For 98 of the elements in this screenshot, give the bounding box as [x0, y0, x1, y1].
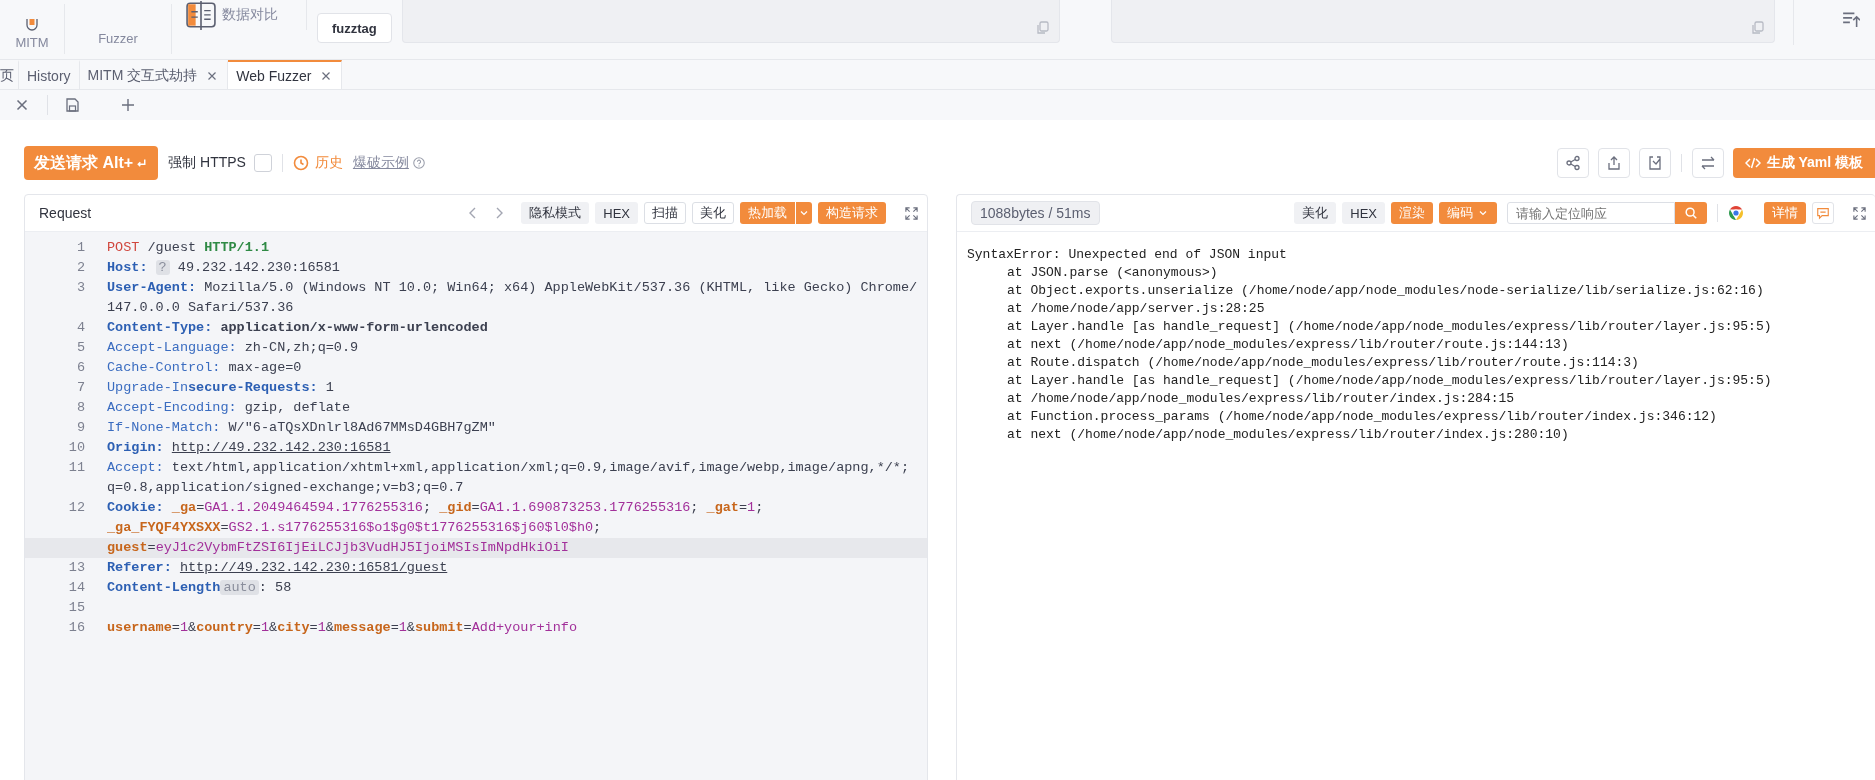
export-button[interactable]: [1597, 148, 1630, 178]
compare-icon: [186, 0, 216, 30]
response-line: at Object.exports.unserialize (/home/node/app/node_modules/node-serialize/lib/serialize.js:62:16): [1006, 282, 1765, 300]
copy-icon: [1034, 20, 1051, 36]
code-line: guest=eyJ1c2VybmFtZSI6IjEiLCJjb3VudHJ5IjoiMSIsImNpdHkiOiI: [107, 539, 569, 557]
tag-button[interactable]: fuzztag: [317, 13, 392, 43]
swap-icon: [1699, 155, 1716, 171]
nav-label[interactable]: Fuzzer: [98, 31, 138, 46]
response-line: at next (/home/node/app/node_modules/express/lib/router/index.js:280:10): [1006, 426, 1570, 444]
tab[interactable]: History: [19, 60, 80, 89]
toggle-button[interactable]: 美化: [1294, 202, 1337, 224]
code-line: q=0.8,application/signed-exchange;v=b3;q=0.7: [107, 479, 464, 497]
response-line: at Route.dispatch (/home/node/app/node_modules/express/lib/router/route.js:114:3): [1006, 354, 1640, 372]
code-line: Origin: http://49.232.142.230:16581: [107, 439, 391, 457]
checkbox-label: 强制 HTTPS: [168, 154, 246, 172]
code-line: User-Agent: Mozilla/5.0 (Windows NT 10.0; Win64; x64) AppleWebKit/537.36 (KHTML, like Gecko) Chrome/: [107, 279, 918, 297]
toolbar-button[interactable]: 热加载: [740, 202, 795, 224]
upload-icon: [1605, 155, 1622, 171]
dropdown-button[interactable]: 编码: [1439, 202, 1497, 224]
import-button[interactable]: [1638, 148, 1671, 178]
code-line: Cache-Control: max-age=0: [107, 359, 302, 377]
share-button[interactable]: [1556, 148, 1589, 178]
response-line: at next (/home/node/app/node_modules/express/lib/router/route.js:144:13): [1006, 336, 1570, 354]
nav-label[interactable]: 数据对比: [222, 6, 278, 24]
nav-label[interactable]: MITM: [15, 35, 49, 50]
help-icon: [411, 156, 426, 170]
clock-icon: [292, 155, 309, 171]
code-line: Accept: text/html,application/xhtml+xml,application/xml;q=0.9,image/avif,image/webp,image/apng,*/*;: [107, 459, 910, 477]
copy-icon: [1749, 20, 1766, 36]
code-line: Host: ? 49.232.142.230:16581: [107, 259, 340, 277]
line-number: 6: [75, 359, 85, 377]
code-line: username=1&country=1&city=1&message=1&submit=Add+your+info: [107, 619, 577, 637]
yaml-button[interactable]: 生成 Yaml 模板: [1732, 148, 1875, 178]
code-line: _ga_FYQF4YXSXX=GS2.1.s1776255316$o1$g0$t1776255316$j60$l0$h0;: [107, 519, 602, 537]
toggle-button[interactable]: 隐私模式: [521, 202, 590, 224]
response-line: at JSON.parse (<anonymous>): [1006, 264, 1219, 282]
tab[interactable]: 页: [0, 60, 19, 89]
line-number: 5: [75, 339, 85, 357]
line-number: 12: [67, 499, 85, 517]
code-line: Upgrade-Insecure-Requests: 1: [107, 379, 334, 397]
example-link[interactable]: 爆破示例: [352, 154, 409, 172]
detail-button[interactable]: 详情: [1764, 202, 1806, 224]
save-icon: [64, 97, 80, 113]
toolbar-button[interactable]: 扫描: [644, 202, 686, 224]
response-line: at Function.process_params (/home/node/app/node_modules/express/lib/router/index.js:346:12): [1006, 408, 1718, 426]
panel-title: Request: [39, 205, 92, 221]
line-number: 11: [67, 459, 85, 477]
search-field[interactable]: 请输入定位响应: [1507, 202, 1675, 224]
add-icon: [120, 97, 136, 113]
response-line: at /home/node/app/node_modules/express/lib/router/index.js:284:15: [1006, 390, 1516, 408]
import-icon: [1646, 155, 1663, 171]
send-button[interactable]: 发送请求 Alt+: [24, 146, 159, 180]
line-number: 16: [67, 619, 85, 637]
line-number: 15: [67, 599, 85, 617]
line-number: 14: [67, 579, 85, 597]
line-number: 8: [75, 399, 85, 417]
toolbar-button[interactable]: 构造请求: [818, 202, 886, 224]
toggle-button[interactable]: HEX: [595, 202, 638, 224]
sort-icon: [1841, 10, 1860, 28]
swap-button[interactable]: [1691, 148, 1724, 178]
code-line: Accept-Encoding: gzip, deflate: [107, 399, 351, 417]
code-line: Content-Type: application/x-www-form-urlencoded: [107, 319, 488, 337]
tab[interactable]: Web Fuzzer: [228, 60, 343, 89]
response-line: at Layer.handle [as handle_request] (/home/node/app/node_modules/express/lib/router/layer.js:95:5): [1006, 372, 1773, 390]
share-icon: [1564, 155, 1581, 171]
line-number: 7: [75, 379, 85, 397]
code-line: Referer: http://49.232.142.230:16581/guest: [107, 559, 448, 577]
checkbox[interactable]: [253, 154, 272, 172]
line-number: 3: [75, 279, 85, 297]
code-line: If-None-Match: W/"6-aTQsXDnlrl8Ad67MMsD4GBH7gZM": [107, 419, 496, 437]
toggle-button[interactable]: 渲染: [1391, 202, 1433, 224]
code-line: Cookie: _ga=GA1.1.2049464594.1776255316; _gid=GA1.1.690873253.1776255316; _gat=1;: [107, 499, 764, 517]
line-number: 9: [75, 419, 85, 437]
response-line: at /home/node/app/server.js:28:25: [1006, 300, 1266, 318]
stats-badge: 1088bytes / 51ms: [971, 201, 1100, 225]
line-number: 1: [75, 239, 85, 257]
code-line: Content-Length auto : 58: [107, 579, 292, 597]
toggle-button[interactable]: HEX: [1342, 202, 1385, 224]
history-link[interactable]: 历史: [314, 154, 343, 172]
code-icon: [1744, 155, 1761, 171]
response-line: at Layer.handle [as handle_request] (/home/node/app/node_modules/express/lib/router/layer.js:95:5): [1006, 318, 1773, 336]
code-line: 147.0.0.0 Safari/537.36: [107, 299, 294, 317]
expand-icon: [1852, 205, 1867, 221]
line-number: 4: [75, 319, 85, 337]
line-number: 2: [75, 259, 85, 277]
line-number: 10: [67, 439, 85, 457]
code-line: POST /guest HTTP/1.1: [107, 239, 270, 257]
comment-button[interactable]: [1812, 202, 1834, 224]
expand-icon: [904, 205, 919, 221]
search-button[interactable]: [1675, 202, 1707, 224]
response-line: SyntaxError: Unexpected end of JSON input: [967, 246, 1288, 264]
search-icon: [1684, 206, 1698, 220]
dropdown-button[interactable]: [796, 202, 812, 224]
comment-icon: [1816, 206, 1830, 220]
code-line: Accept-Language: zh-CN,zh;q=0.9: [107, 339, 359, 357]
toolbar-button[interactable]: 美化: [692, 202, 734, 224]
line-number: 13: [67, 559, 85, 577]
browser-icon: [1728, 205, 1744, 221]
